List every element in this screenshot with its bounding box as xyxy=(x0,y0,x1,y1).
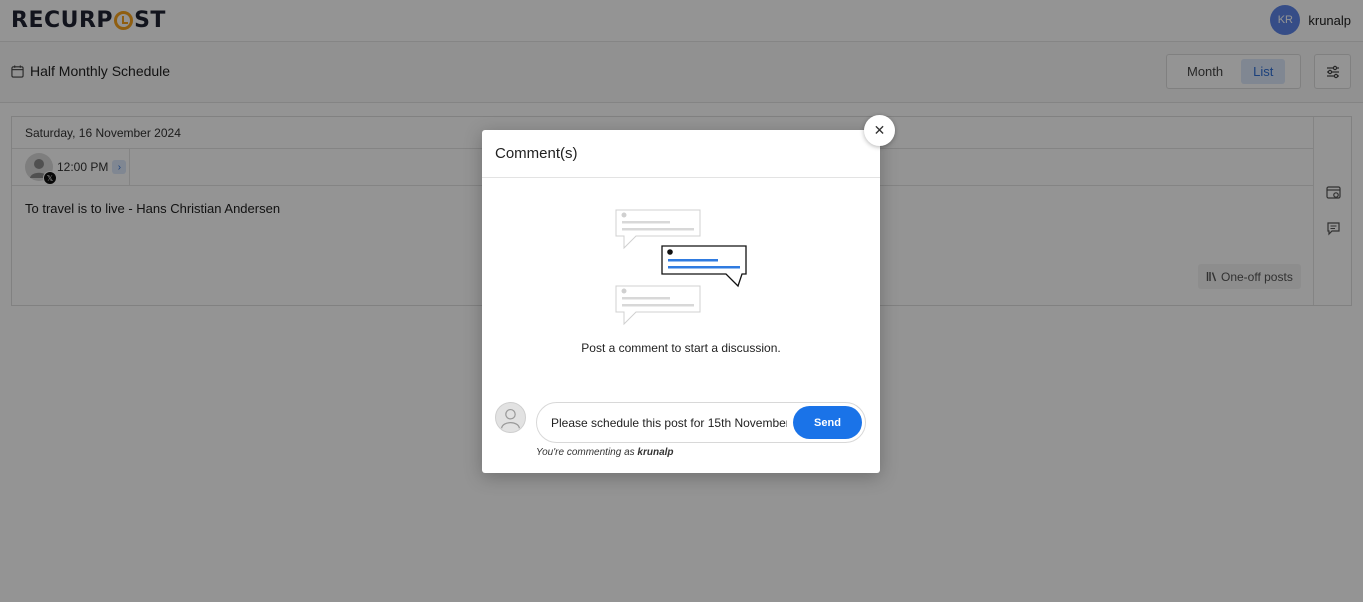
person-icon xyxy=(501,408,520,429)
send-button[interactable]: Send xyxy=(793,406,862,439)
comment-composer: Send xyxy=(536,402,866,443)
close-icon: ✕ xyxy=(873,122,886,138)
commenting-as-prefix: You're commenting as xyxy=(536,447,635,458)
empty-comments-message: Post a comment to start a discussion. xyxy=(581,341,781,355)
commenter-avatar xyxy=(495,402,526,433)
commenting-as-note: You're commenting as krunalp xyxy=(536,447,674,458)
commenting-as-user: krunalp xyxy=(637,447,674,458)
modal-title: Comment(s) xyxy=(482,130,880,178)
comments-modal: Comment(s) Post a comment to start a dis… xyxy=(482,130,880,473)
close-modal-button[interactable]: ✕ xyxy=(864,115,895,146)
discussion-illustration-icon xyxy=(615,209,747,326)
comment-input[interactable] xyxy=(551,414,787,432)
